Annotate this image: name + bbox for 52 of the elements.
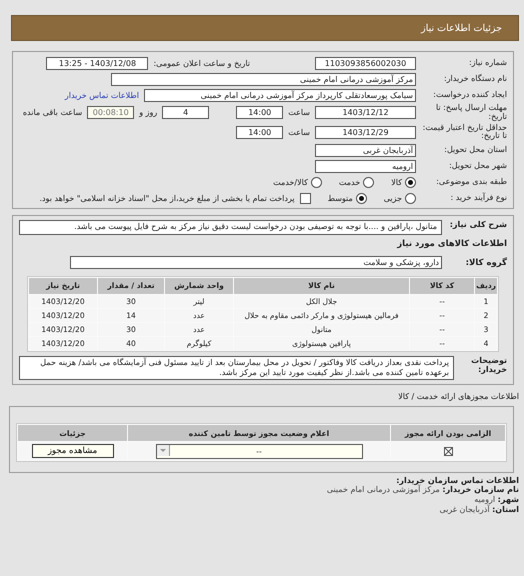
contact-heading: اطلاعات تماس سازمان خریدار: [396, 476, 519, 486]
field-label: روز و [139, 108, 158, 118]
input-field: 4 [162, 106, 210, 120]
input-field: ارومیه [315, 160, 416, 173]
field-label: شرح کلی نیاز: [448, 220, 507, 230]
contact-label: شهر: [498, 494, 519, 504]
input-field: 1403/12/29 [315, 126, 416, 139]
contact-value: ارومیه [474, 494, 496, 504]
input-field: 1103093856002030 [315, 56, 416, 70]
input-field: 14:00 [236, 126, 284, 139]
radio-option[interactable]: کالا/خدمت [273, 176, 322, 188]
input-field: دارو، پزشکی و سلامت [70, 256, 442, 270]
radio-option[interactable]: خدمت [338, 176, 374, 188]
section-heading: اطلاعات مجوزهای ارائه خدمت / کالا [398, 392, 519, 402]
checkbox[interactable] [300, 192, 311, 204]
input-field: 00:08:10 [87, 106, 134, 120]
field-label: حداقل تاریخ اعتبار قیمت: تا تاریخ: [422, 124, 507, 142]
field-label: نام دستگاه خریدار: [443, 74, 507, 84]
contact-value: مرکز آموزشی درمانی امام خمینی [326, 485, 440, 494]
field-label: طبقه بندی موضوعی: [435, 178, 507, 187]
input-field: مرکز آموزشی درمانی امام خمینی [111, 72, 416, 86]
input-field: 1403/12/08 - 13:25 [46, 56, 148, 70]
field-label: ساعت [288, 108, 310, 118]
buyer-contact-link[interactable]: اطلاعات تماس خریدار [64, 90, 139, 100]
page-header: جزئیات اطلاعات نیاز [11, 15, 519, 41]
input-field: 14:00 [236, 106, 284, 120]
buyer-notes-text: پرداخت نقدی بعداز دریافت کالا وفاکتور / تحویل در محل بیمارستان بعد از تایید مسئول فنی آزمایشگاه می باشد/ هزینه حمل برعهده تامین کننده می باشد.از نظر کیفیت مورد تایید این مرکز باشد. [19, 356, 454, 380]
view-permit-button[interactable]: مشاهده مجوز [32, 444, 114, 458]
field-label: تاریخ و ساعت اعلان عمومی: [153, 58, 250, 68]
input-field: سیامک پورسعادتقلی کارپرداز مرکز آموزشی درمانی امام خمینی [144, 88, 416, 102]
radio-option[interactable]: متوسط [328, 192, 367, 204]
contact-value: آذربایجان غربی [439, 504, 490, 514]
field-label: شماره نیاز: [468, 58, 507, 68]
field-label: شهر محل تحویل: [448, 162, 507, 171]
section-heading: اطلاعات کالاهای مورد نیاز [396, 238, 507, 249]
contact-label: استان: [492, 504, 519, 514]
dropdown-icon [156, 444, 170, 456]
radio-option[interactable]: جزیی [384, 192, 416, 204]
checkbox-label: پرداخت تمام یا بخشی از مبلغ خرید،از محل "اسناد خزانه اسلامی" خواهد بود. [39, 194, 295, 203]
field-label: نوع فرآیند خرید : [449, 194, 507, 203]
contact-label: نام سازمان خریدار: [442, 485, 519, 494]
description-text: متانول ،پارافین و ....با توجه به توصیفی بودن درخواست لیست دقیق نیاز مرکز به شرح فایل پیوست می باشد. [19, 220, 442, 235]
field-label: مهلت ارسال پاسخ: تا تاریخ: [434, 104, 507, 122]
field-label: توضیحات خریدار: [470, 356, 507, 375]
field-label: استان محل تحویل: [443, 146, 507, 155]
field-label: ساعت [288, 128, 310, 137]
field-label: ساعت باقی مانده [22, 108, 82, 118]
input-field: آذربایجان غربی [315, 144, 416, 157]
field-label: گروه کالا: [464, 258, 507, 268]
input-field: 1403/12/12 [315, 106, 416, 120]
field-label: ایجاد کننده درخواست: [432, 90, 507, 100]
radio-option[interactable]: کالا [391, 176, 416, 188]
